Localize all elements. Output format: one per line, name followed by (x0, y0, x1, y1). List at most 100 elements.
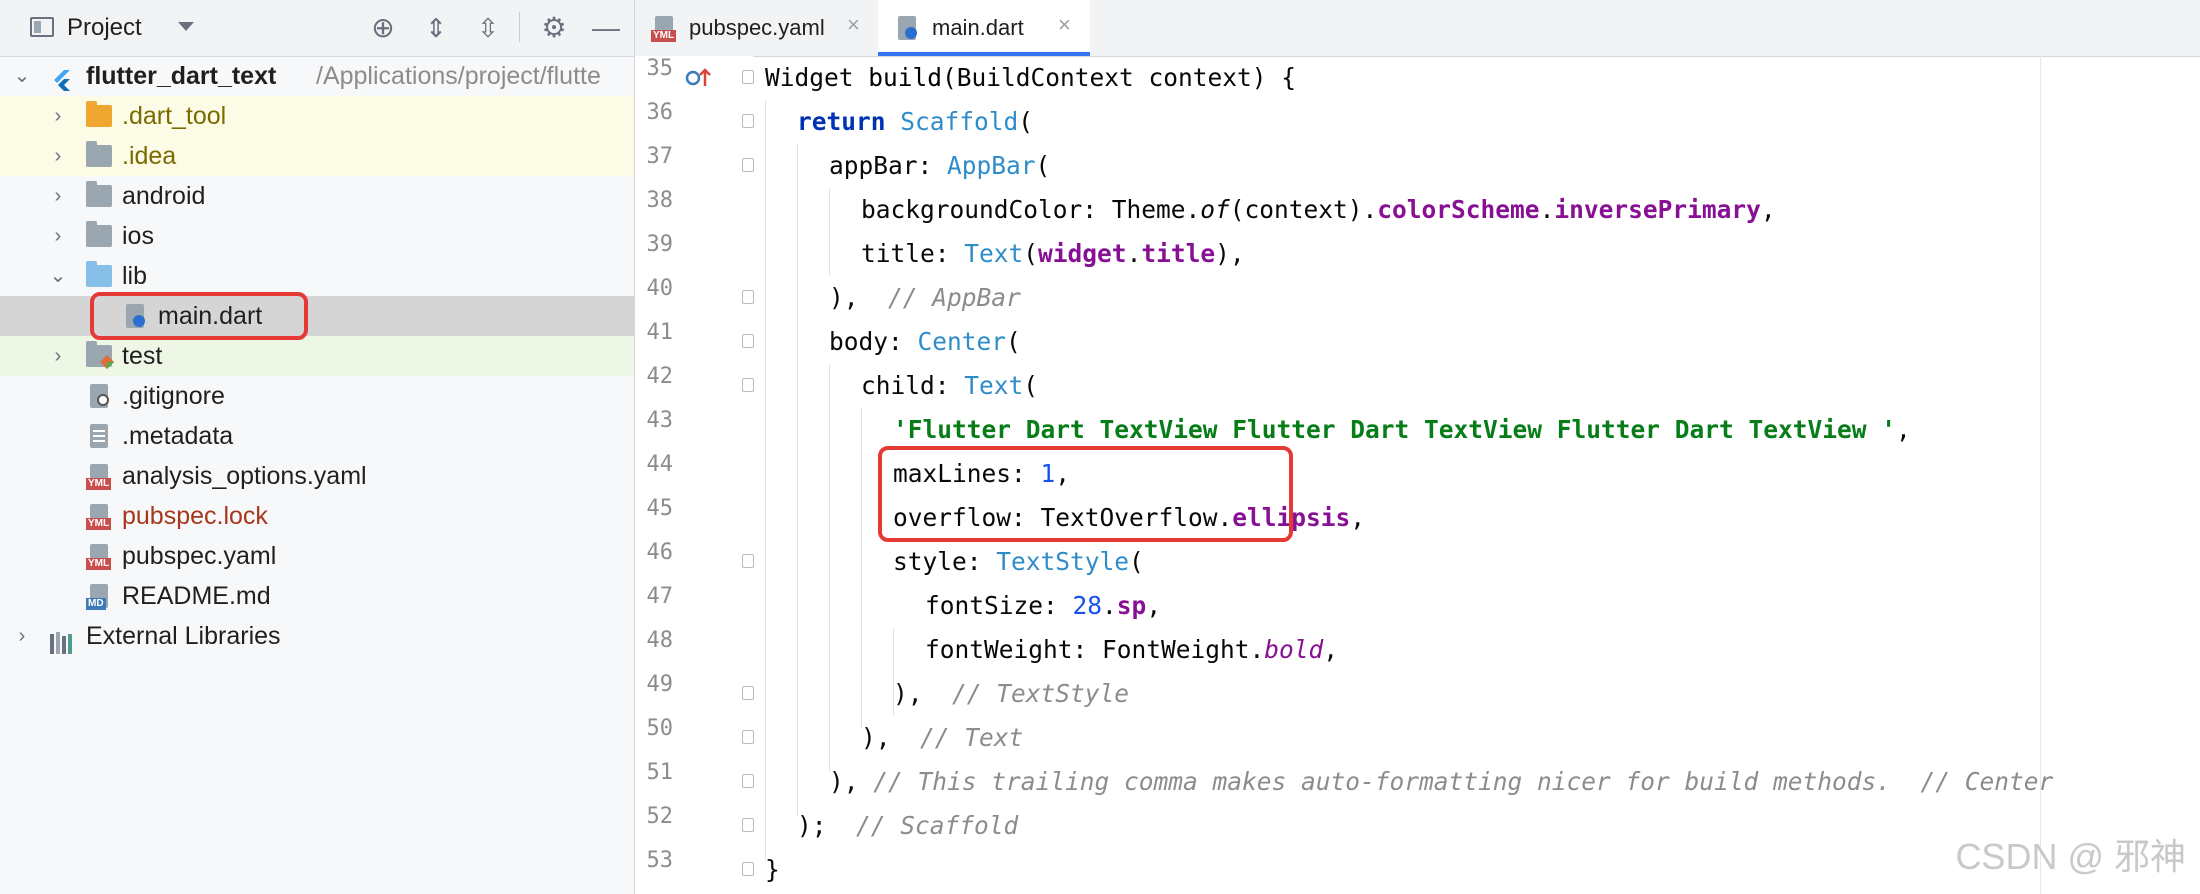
chevron-right-icon[interactable]: › (48, 176, 68, 216)
code-line-42: child: Text( (861, 371, 1039, 400)
watermark: CSDN @ 邪神 (1955, 836, 2186, 877)
indent-guide (861, 408, 862, 728)
line-number: 40 (646, 276, 674, 301)
code-line-41: body: Center( (829, 327, 1021, 356)
tree-item-external-libraries[interactable]: › External Libraries (0, 616, 634, 656)
folder-icon (86, 101, 112, 127)
project-root-name: flutter_dart_text (86, 62, 277, 90)
chevron-down-icon[interactable] (178, 22, 194, 31)
chevron-right-icon[interactable]: › (48, 96, 68, 136)
md-badge: MD (86, 598, 106, 610)
code-area[interactable]: Widget build(BuildContext context) { ret… (753, 56, 2200, 894)
indent-guide (829, 364, 830, 772)
tree-item-dart-tool[interactable]: › .dart_tool (0, 96, 634, 136)
code-line-49: ), // TextStyle (893, 679, 1130, 708)
line-number: 49 (646, 672, 674, 697)
code-line-52: ); // Scaffold (797, 811, 1019, 840)
editor: YML pubspec.yaml × main.dart × 35 36 37 … (635, 0, 2200, 894)
code-line-48: fontWeight: FontWeight.bold, (925, 635, 1339, 664)
toolbar-divider (519, 12, 520, 42)
code-line-47: fontSize: 28.sp, (925, 591, 1162, 620)
indent-guide (829, 188, 830, 276)
gear-icon[interactable]: ⚙ (538, 12, 570, 44)
code-line-37: appBar: AppBar( (829, 151, 1051, 180)
tree-root-row[interactable]: ⌄ flutter_dart_text /Applications/projec… (0, 56, 634, 96)
yaml-file-icon: YML (86, 464, 112, 490)
line-number: 41 (646, 320, 674, 345)
tree-item-analysis-options[interactable]: YML analysis_options.yaml (0, 456, 634, 496)
expand-all-icon[interactable]: ⇕ (420, 12, 452, 44)
tree-item-label: README.md (122, 582, 271, 610)
chevron-down-icon[interactable]: ⌄ (48, 256, 68, 296)
test-folder-icon (86, 341, 114, 369)
code-line-40: ), // AppBar (829, 283, 1021, 312)
yml-badge: YML (651, 30, 677, 42)
code-line-35: Widget build(BuildContext context) { (765, 63, 1297, 92)
tab-pubspec-yaml[interactable]: YML pubspec.yaml × (635, 0, 877, 56)
close-icon[interactable]: × (1058, 12, 1071, 38)
code-line-39: title: Text(widget.title), (861, 239, 1245, 268)
collapse-all-icon[interactable]: ⇳ (472, 12, 504, 44)
right-margin-guide (2040, 56, 2041, 894)
override-method-icon[interactable] (685, 66, 713, 95)
line-number: 52 (646, 804, 674, 829)
line-number: 43 (646, 408, 674, 433)
line-number: 50 (646, 716, 674, 741)
folder-icon (86, 181, 112, 207)
chevron-right-icon[interactable]: › (48, 136, 68, 176)
yaml-file-icon: YML (651, 16, 677, 42)
locate-icon[interactable]: ⊕ (367, 12, 399, 44)
code-line-46: style: TextStyle( (893, 547, 1144, 576)
project-view-icon[interactable] (30, 17, 54, 37)
tree-item-label: pubspec.lock (122, 502, 268, 530)
tree-item-metadata[interactable]: .metadata (0, 416, 634, 456)
yaml-file-icon: YML (86, 544, 112, 570)
chevron-right-icon[interactable]: › (48, 216, 68, 256)
tree-item-android[interactable]: › android (0, 176, 634, 216)
chevron-right-icon[interactable]: › (48, 336, 68, 376)
yml-badge: YML (86, 478, 112, 490)
chevron-right-icon[interactable]: › (12, 616, 32, 656)
flutter-icon (50, 64, 74, 91)
project-panel: Project ⊕ ⇕ ⇳ ⚙ — ⌄ flutter_dart_text /A… (0, 0, 635, 894)
line-number: 36 (646, 100, 674, 125)
markdown-file-icon: MD (86, 584, 108, 610)
tree-item-label: test (122, 342, 163, 370)
folder-icon (86, 141, 112, 167)
main-dart-highlight-box (90, 292, 308, 340)
tree-item-pubspec-lock[interactable]: YML pubspec.lock (0, 496, 634, 536)
line-number: 38 (646, 188, 674, 213)
tab-main-dart[interactable]: main.dart × (878, 0, 1090, 56)
close-icon[interactable]: × (847, 12, 860, 38)
line-number: 45 (646, 496, 674, 521)
tree-item-ios[interactable]: › ios (0, 216, 634, 256)
editor-tabs-bar: YML pubspec.yaml × main.dart × (635, 0, 2200, 57)
tree-item-lib[interactable]: ⌄ lib (0, 256, 634, 296)
tree-item-gitignore[interactable]: .gitignore (0, 376, 634, 416)
chevron-down-icon[interactable]: ⌄ (12, 56, 32, 96)
line-number: 53 (646, 848, 674, 873)
project-view-title[interactable]: Project (67, 14, 142, 42)
dart-file-icon (898, 16, 917, 40)
tree-item-label: analysis_options.yaml (122, 462, 367, 490)
tree-item-label: android (122, 182, 206, 210)
maxlines-overflow-highlight-box (878, 446, 1293, 542)
code-line-50: ), // Text (861, 723, 1024, 752)
tree-item-label: .metadata (122, 422, 234, 450)
code-line-51: ), // This trailing comma makes auto-for… (829, 767, 2054, 796)
tree-item-label: .idea (122, 142, 177, 170)
tree-item-readme[interactable]: MD README.md (0, 576, 634, 616)
yml-badge: YML (86, 558, 112, 570)
tab-label: main.dart (932, 15, 1024, 40)
code-line-36: return Scaffold( (797, 107, 1034, 136)
folder-icon (86, 261, 112, 287)
line-number: 47 (646, 584, 674, 609)
hide-panel-icon[interactable]: — (590, 12, 622, 44)
tree-item-label: lib (122, 262, 148, 290)
line-number: 51 (646, 760, 674, 785)
tree-item-test[interactable]: › test (0, 336, 634, 376)
tree-item-idea[interactable]: › .idea (0, 136, 634, 176)
library-icon (50, 626, 76, 654)
code-line-53: } (765, 855, 780, 884)
tree-item-pubspec-yaml[interactable]: YML pubspec.yaml (0, 536, 634, 576)
